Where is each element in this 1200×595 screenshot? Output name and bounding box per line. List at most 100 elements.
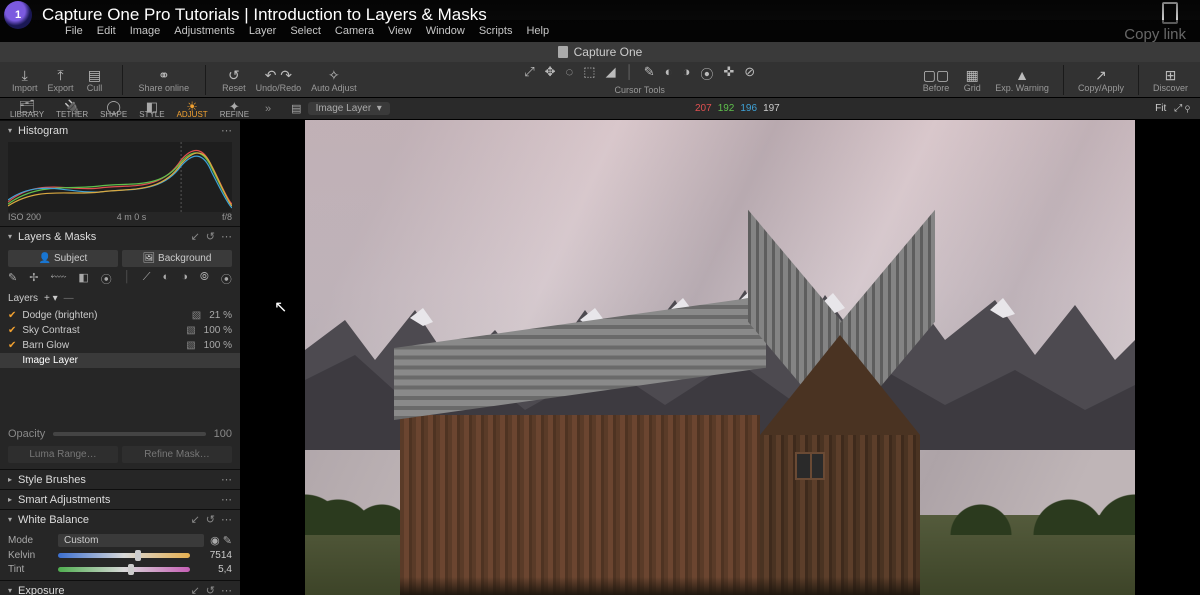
mask-tool[interactable]: ✎	[8, 271, 17, 287]
reset-icon[interactable]: ↺	[206, 513, 215, 526]
channel-avatar[interactable]: 1	[4, 1, 32, 29]
discover-button[interactable]: ⊞Discover	[1149, 67, 1192, 93]
tab-shape[interactable]: ◯SHAPE	[94, 99, 133, 119]
opacity-value: 100	[214, 428, 232, 440]
wb-mode-label: Mode	[8, 535, 52, 546]
cursor-tool[interactable]: ⦿	[697, 64, 716, 83]
section-menu-icon[interactable]: ⋯	[221, 493, 232, 506]
chevron-down-icon: ▾	[8, 232, 12, 241]
autoadjust-button[interactable]: ✧Auto Adjust	[307, 67, 361, 93]
cursor-tool[interactable]: ✎	[641, 64, 658, 83]
cull-icon: ▤	[88, 67, 101, 83]
cursor-tool[interactable]: ◐	[662, 64, 676, 83]
undoredo-button[interactable]: ↶ ↷Undo/Redo	[252, 67, 306, 93]
fit-icons[interactable]: ⤢ ⚲	[1174, 103, 1190, 114]
mask-tool[interactable]: ⦾	[200, 271, 209, 287]
cursor-tool[interactable]: ✜	[720, 64, 737, 83]
document-icon	[558, 46, 568, 58]
eyedropper-icon[interactable]: ◉ ✎	[210, 534, 232, 547]
white-balance-header[interactable]: ▾White Balance↙↺⋯	[0, 509, 240, 529]
mask-tool[interactable]: ⦿	[221, 271, 232, 287]
cursor-tool[interactable]: ⤢	[521, 64, 537, 83]
check-icon[interactable]: ✔	[8, 325, 16, 336]
layers-label: Layers	[8, 293, 38, 304]
video-title: Capture One Pro Tutorials | Introduction…	[42, 5, 487, 25]
layer-row[interactable]: ✔Image Layer	[0, 353, 240, 368]
section-menu-icon[interactable]: ⋯	[221, 513, 232, 526]
cursor-tools-label: Cursor Tools	[615, 85, 665, 95]
reset-icon[interactable]: ↺	[206, 584, 215, 595]
layer-row[interactable]: ✔Dodge (brighten)▧21 %	[0, 308, 240, 323]
grid-button[interactable]: ▦Grid	[957, 67, 987, 93]
tab-style[interactable]: ◧STYLE	[133, 99, 170, 119]
check-icon[interactable]: ✔	[8, 340, 16, 351]
mask-tool[interactable]: ◐	[163, 271, 170, 287]
import-button[interactable]: ⤓Import	[8, 67, 42, 93]
grid-icon: ▦	[966, 67, 979, 83]
mask-tool[interactable]: ⬳	[51, 271, 67, 287]
fit-label[interactable]: Fit	[1155, 103, 1166, 114]
subject-button[interactable]: 👤 Subject	[8, 250, 118, 267]
smart-adjustments-header[interactable]: ▸Smart Adjustments⋯	[0, 489, 240, 509]
before-button[interactable]: ▢▢Before	[919, 67, 954, 93]
picker-icon[interactable]: ↙	[191, 513, 200, 526]
wb-mode-dropdown[interactable]: Custom	[58, 534, 204, 547]
copyapply-button[interactable]: ↗Copy/Apply	[1074, 67, 1128, 93]
cursor-tool[interactable]: ✥	[542, 64, 559, 83]
picker-icon[interactable]: ↙	[191, 230, 200, 243]
cursor-tool[interactable]: ◌	[563, 64, 577, 83]
tab-adjust[interactable]: ☀ADJUST	[171, 99, 214, 119]
add-layer-button[interactable]: + ▾	[44, 293, 58, 304]
cursor-tool[interactable]: ◑	[679, 64, 693, 83]
viewer-layer-dropdown[interactable]: Image Layer ▾	[308, 102, 390, 115]
kelvin-slider[interactable]	[58, 553, 190, 558]
chevron-right-icon: ▸	[8, 495, 12, 504]
tint-slider[interactable]	[58, 567, 190, 572]
remove-layer-button[interactable]: —	[64, 293, 74, 304]
opacity-slider[interactable]	[53, 432, 205, 436]
undoredo-icon: ↶ ↷	[265, 67, 292, 83]
luma-range-button[interactable]: Luma Range…	[8, 446, 118, 463]
export-button[interactable]: ⤒Export	[44, 67, 78, 93]
section-menu-icon[interactable]: ⋯	[221, 230, 232, 243]
tab-tether[interactable]: 🔌TETHER	[50, 99, 94, 119]
section-menu-icon[interactable]: ⋯	[221, 473, 232, 486]
histogram-aperture: f/8	[222, 212, 232, 222]
mask-tool[interactable]: ✢	[29, 271, 38, 287]
layer-row[interactable]: ✔Sky Contrast▧100 %	[0, 323, 240, 338]
cursor-tool[interactable]: ⊘	[741, 64, 758, 83]
chevron-right-icon: ▸	[8, 475, 12, 484]
histogram-header[interactable]: ▾ Histogram ⋯	[0, 120, 240, 140]
cursor-tool[interactable]: ⬚	[580, 64, 598, 83]
discover-icon: ⊞	[1165, 67, 1177, 83]
mask-tool[interactable]: ◑	[181, 271, 188, 287]
refine-mask-button[interactable]: Refine Mask…	[122, 446, 232, 463]
expwarning-button[interactable]: ▲Exp. Warning	[991, 67, 1053, 93]
exposure-header[interactable]: ▾Exposure↙↺⋯	[0, 580, 240, 595]
background-button[interactable]: 🖼 Background	[122, 250, 232, 267]
mask-tool[interactable]: ⟋	[143, 271, 151, 287]
kelvin-value[interactable]: 7514	[196, 550, 232, 561]
check-icon[interactable]: ✔	[8, 310, 16, 321]
tab-refine[interactable]: ✦REFINE	[214, 99, 255, 119]
mask-tool[interactable]: ◧	[78, 271, 88, 287]
before-icon: ▢▢	[923, 67, 949, 83]
image-viewer[interactable]	[240, 120, 1200, 595]
picker-icon[interactable]: ↙	[191, 584, 200, 595]
section-menu-icon[interactable]: ⋯	[221, 124, 232, 137]
layers-masks-header[interactable]: ▾ Layers & Masks ↙↺⋯	[0, 226, 240, 246]
tint-value[interactable]: 5,4	[196, 564, 232, 575]
cursor-tool[interactable]: ◢	[603, 64, 619, 83]
mask-tool[interactable]: ⦿	[101, 271, 112, 287]
tab-library[interactable]: 🗂LIBRARY	[4, 99, 50, 119]
chevron-down-icon: ▾	[8, 586, 12, 595]
cull-button[interactable]: ▤Cull	[80, 67, 110, 93]
share-button[interactable]: ⚭Share online	[135, 67, 194, 93]
window-titlebar: Capture One	[0, 42, 1200, 62]
reset-icon[interactable]: ↺	[206, 230, 215, 243]
style-brushes-header[interactable]: ▸Style Brushes⋯	[0, 469, 240, 489]
overflow-chevron-icon[interactable]: »	[265, 103, 271, 115]
reset-button[interactable]: ↺Reset	[218, 67, 250, 93]
section-menu-icon[interactable]: ⋯	[221, 584, 232, 595]
layer-row[interactable]: ✔Barn Glow▧100 %	[0, 338, 240, 353]
